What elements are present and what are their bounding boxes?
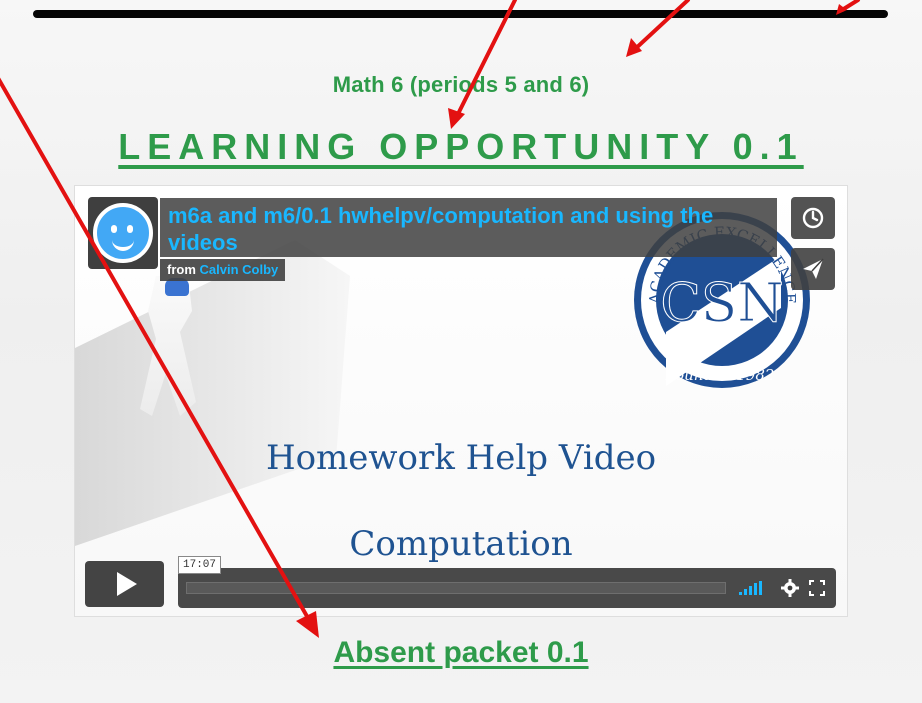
- volume-bars-icon: [739, 581, 762, 595]
- arrow-to-subtitle: [632, 0, 690, 52]
- author-link[interactable]: Calvin Colby: [200, 262, 279, 277]
- slide-title: Homework Help Video: [265, 438, 657, 478]
- settings-button[interactable]: [780, 578, 800, 598]
- play-button[interactable]: [85, 561, 164, 607]
- page-heading-link[interactable]: LEARNING OPPORTUNITY 0.1: [0, 126, 922, 168]
- byline-prefix: from: [167, 262, 196, 277]
- clock-icon: [802, 207, 824, 229]
- fullscreen-button[interactable]: [808, 578, 826, 598]
- fullscreen-icon: [809, 580, 825, 596]
- duration-badge: 17:07: [178, 556, 222, 574]
- logo-monogram: CSN: [660, 273, 783, 334]
- video-title-link[interactable]: m6a and m6/0.1 hwhelpv/computation and u…: [160, 198, 777, 257]
- watch-later-button[interactable]: [791, 197, 835, 239]
- absent-packet-link[interactable]: Absent packet 0.1: [0, 636, 922, 670]
- play-icon: [116, 572, 137, 596]
- video-controls: 17:07: [85, 556, 837, 609]
- control-bar: 17:07: [178, 556, 836, 608]
- share-button[interactable]: [791, 248, 835, 290]
- uploader-avatar[interactable]: [88, 197, 158, 269]
- volume-control[interactable]: [738, 578, 764, 598]
- logo-founded-text: Founded 1982: [665, 366, 775, 384]
- top-divider: [33, 10, 888, 18]
- video-byline: from Calvin Colby: [160, 259, 286, 281]
- video-player[interactable]: ACADEMIC EXCELLENCE CSN Founded 1982 Hom…: [75, 186, 847, 616]
- gear-icon: [781, 579, 799, 597]
- smiley-face-icon: [93, 203, 153, 263]
- class-subtitle: Math 6 (periods 5 and 6): [332, 72, 590, 97]
- arrow-top-right: [840, 0, 860, 12]
- arrowhead-subtitle: [626, 38, 642, 57]
- progress-bar[interactable]: [186, 582, 726, 594]
- page: Math 6 (periods 5 and 6) LEARNING OPPORT…: [0, 0, 922, 703]
- paper-plane-icon: [803, 258, 824, 279]
